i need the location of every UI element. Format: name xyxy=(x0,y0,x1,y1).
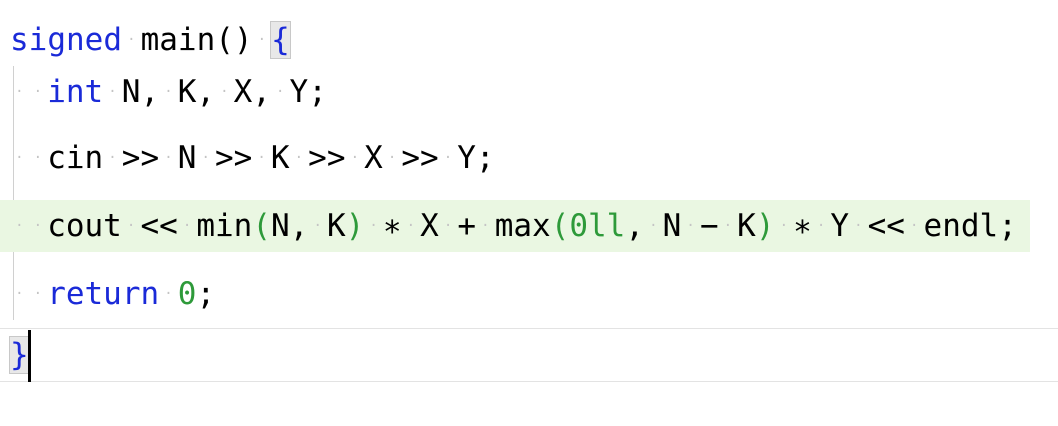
code-editor[interactable]: signed · main() ·{ · · int · N, · K, · X, · Y; · · cin ·… xyxy=(0,0,1058,426)
code-line-1[interactable]: signed · main() ·{ xyxy=(0,14,1058,66)
code-line-2[interactable]: · · int · N, · K, · X, · Y; xyxy=(0,66,1058,118)
text-caret xyxy=(28,330,31,382)
code-line-3[interactable]: · · cin · >> · N · >> · K · >> · X · >> · Y; xyxy=(0,132,1058,184)
code-line-5-text: · · return · 0; xyxy=(15,276,216,312)
code-line-6-text: } xyxy=(9,336,30,374)
code-line-4-text: · · cout · << · min(N, · K) · ∗ · X · + · max(0ll, · N · − · K… xyxy=(15,208,1017,244)
code-line-5[interactable]: · · return · 0; xyxy=(0,268,1058,320)
code-line-4[interactable]: · · cout · << · min(N, · K) · ∗ · X · + · max(0ll, · N · − · K… xyxy=(0,200,1030,252)
code-line-3-text: · · cin · >> · N · >> · K · >> · X · >> · Y; xyxy=(15,140,495,176)
code-line-2-text: · · int · N, · K, · X, · Y; xyxy=(15,74,327,110)
code-line-1-text: signed · main() ·{ xyxy=(10,21,291,59)
code-line-6[interactable]: } xyxy=(0,328,1058,382)
